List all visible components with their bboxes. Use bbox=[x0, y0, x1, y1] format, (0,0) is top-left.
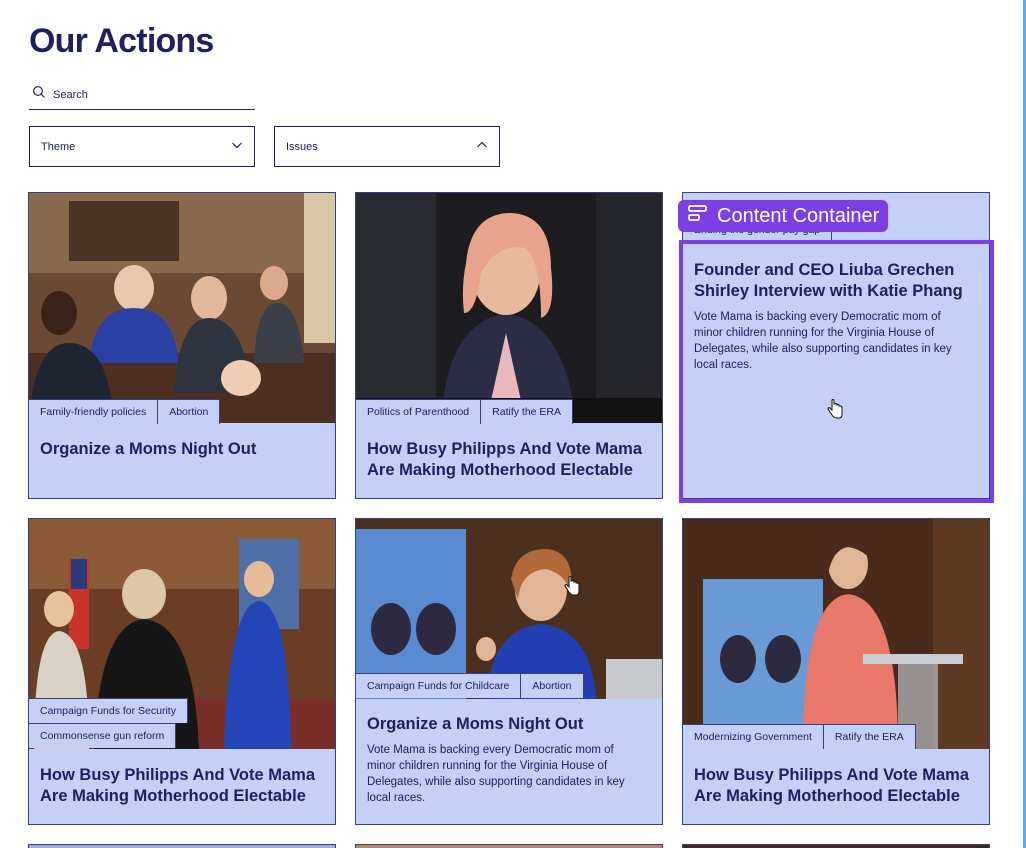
card-title[interactable]: Founder and CEO Liuba Grechen Shirley In… bbox=[694, 260, 975, 302]
card-description: Vote Mama is backing every Democratic mo… bbox=[367, 744, 625, 804]
card-title[interactable]: How Busy Philipps And Vote Mama Are Maki… bbox=[694, 765, 975, 807]
card-photo-podium-speaker bbox=[356, 519, 662, 699]
action-card[interactable]: Ending the gender pay gap Founder and CE… bbox=[682, 192, 990, 499]
search-icon bbox=[32, 85, 46, 104]
page-title: Our Actions bbox=[29, 22, 214, 60]
chevron-down-icon bbox=[231, 139, 243, 154]
card-tag[interactable]: Ratify the ERA bbox=[823, 724, 916, 749]
card-tag[interactable]: Commonsense gun reform bbox=[29, 723, 177, 748]
action-card[interactable]: Campaign Funds for Childcare Abortion Or… bbox=[355, 518, 663, 825]
card-tag[interactable]: Abortion bbox=[158, 399, 221, 424]
action-card[interactable]: Family-friendly policies Abortion Organi… bbox=[28, 192, 336, 499]
card-photo-speaker-portrait bbox=[356, 193, 662, 423]
badge-label: Content Container bbox=[717, 204, 880, 227]
action-card[interactable]: Modernizing Government Ratify the ERA Ho… bbox=[682, 518, 990, 825]
issues-dropdown-label: Issues bbox=[286, 140, 318, 153]
card-title[interactable]: Organize a Moms Night Out bbox=[367, 714, 648, 735]
content-container-badge: Content Container bbox=[678, 200, 889, 232]
search-input[interactable] bbox=[53, 88, 243, 101]
card-tag[interactable]: Family-friendly policies bbox=[29, 399, 159, 424]
card-tag[interactable]: Abortion bbox=[521, 673, 584, 698]
hand-cursor-icon bbox=[827, 399, 843, 419]
card-photo-lectern-speaker bbox=[683, 519, 989, 749]
action-card-partial[interactable] bbox=[355, 844, 663, 848]
card-tag[interactable]: Ratify the ERA bbox=[481, 399, 574, 424]
hand-cursor-icon bbox=[564, 576, 580, 596]
card-tag[interactable]: Campaign Funds for Childcare bbox=[356, 673, 522, 698]
card-title[interactable]: Organize a Moms Night Out bbox=[40, 439, 321, 460]
issues-dropdown[interactable]: Issues bbox=[274, 126, 500, 167]
theme-dropdown-label: Theme bbox=[41, 140, 76, 153]
card-title[interactable]: How Busy Philipps And Vote Mama Are Maki… bbox=[40, 765, 321, 807]
card-tag[interactable]: Campaign Funds for Security bbox=[29, 698, 188, 723]
action-card-partial[interactable] bbox=[28, 844, 336, 848]
chevron-up-icon bbox=[476, 139, 488, 154]
card-description: Vote Mama is backing every Democratic mo… bbox=[694, 311, 952, 371]
search-box[interactable] bbox=[29, 80, 255, 110]
card-title[interactable]: How Busy Philipps And Vote Mama Are Maki… bbox=[367, 439, 648, 481]
card-tag[interactable]: Politics of Parenthood bbox=[356, 399, 482, 424]
theme-dropdown[interactable]: Theme bbox=[29, 126, 255, 167]
action-card[interactable]: Campaign Funds for Security Commonsense … bbox=[28, 518, 336, 825]
action-card[interactable]: Politics of Parenthood Ratify the ERA Ho… bbox=[355, 192, 663, 499]
card-tag[interactable]: Modernizing Government bbox=[683, 724, 824, 749]
action-card-partial[interactable] bbox=[682, 844, 990, 848]
container-icon bbox=[687, 203, 709, 229]
card-photo-legislative-chamber bbox=[29, 193, 335, 423]
